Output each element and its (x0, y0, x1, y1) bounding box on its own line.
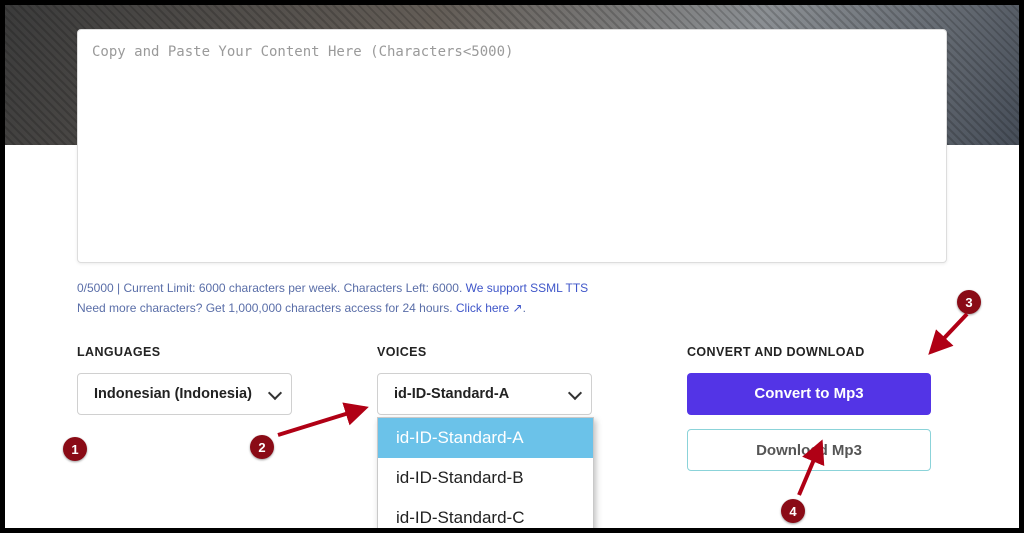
content-textarea[interactable] (77, 29, 947, 263)
languages-label: LANGUAGES (77, 345, 377, 359)
voices-label: VOICES (377, 345, 677, 359)
char-counter: 0/5000 (77, 281, 114, 295)
voice-option[interactable]: id-ID-Standard-B (378, 458, 593, 498)
controls-row: LANGUAGES Indonesian (Indonesia) VOICES … (77, 345, 947, 485)
ssml-link[interactable]: We support SSML TTS (466, 281, 589, 295)
voice-option[interactable]: id-ID-Standard-A (378, 418, 593, 458)
annotation-number: 3 (957, 290, 981, 314)
voices-column: VOICES id-ID-Standard-A id-ID-Standard-A… (377, 345, 677, 485)
language-select-wrap: Indonesian (Indonesia) (77, 373, 292, 415)
voice-select-wrap: id-ID-Standard-A id-ID-Standard-A id-ID-… (377, 373, 592, 415)
annotation-number: 4 (781, 499, 805, 523)
period: . (523, 301, 526, 315)
language-select[interactable]: Indonesian (Indonesia) (77, 373, 292, 415)
annotation-badge-3: 3 (957, 290, 981, 314)
convert-button[interactable]: Convert to Mp3 (687, 373, 931, 415)
voice-dropdown-list: id-ID-Standard-A id-ID-Standard-B id-ID-… (377, 417, 594, 528)
voice-option[interactable]: id-ID-Standard-C (378, 498, 593, 528)
app-frame: 0/5000 | Current Limit: 6000 characters … (5, 5, 1019, 528)
languages-column: LANGUAGES Indonesian (Indonesia) (77, 345, 377, 485)
convert-column: CONVERT AND DOWNLOAD Convert to Mp3 Down… (687, 345, 947, 485)
limit-text: | Current Limit: 6000 characters per wee… (114, 281, 466, 295)
click-here-link[interactable]: Click here ↗ (456, 301, 523, 315)
content-area: 0/5000 | Current Limit: 6000 characters … (77, 29, 947, 485)
voice-select[interactable]: id-ID-Standard-A (377, 373, 592, 415)
convert-label: CONVERT AND DOWNLOAD (687, 345, 947, 359)
annotation-badge-4: 4 (781, 499, 805, 523)
meta-info: 0/5000 | Current Limit: 6000 characters … (77, 278, 947, 319)
download-button[interactable]: Download Mp3 (687, 429, 931, 471)
need-more-text: Need more characters? Get 1,000,000 char… (77, 301, 456, 315)
